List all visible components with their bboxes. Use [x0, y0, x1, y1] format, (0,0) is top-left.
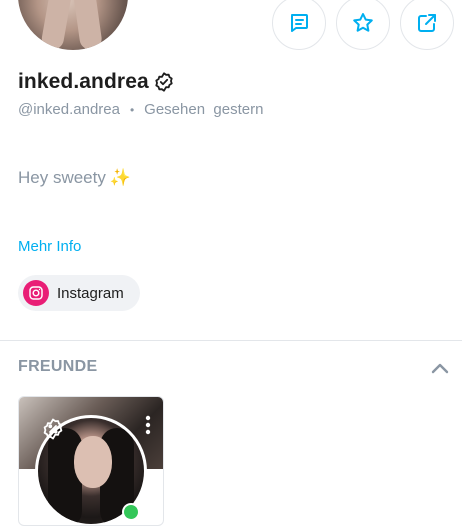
share-icon [418, 14, 436, 32]
online-status-dot [122, 503, 140, 521]
message-icon [291, 14, 308, 32]
friend-card[interactable] [18, 396, 164, 526]
instagram-icon [23, 280, 49, 306]
chevron-up-icon[interactable] [430, 360, 450, 376]
message-button[interactable] [272, 0, 326, 50]
bio-message: Hey sweety [18, 168, 106, 187]
last-seen: Gesehen gestern [144, 101, 264, 118]
section-divider [0, 340, 462, 341]
username-row: inked.andrea [18, 70, 175, 94]
star-icon [353, 13, 373, 32]
more-info-link[interactable]: Mehr Info [18, 238, 81, 255]
more-options-icon[interactable] [145, 415, 151, 435]
discount-badge-icon [43, 418, 63, 440]
instagram-label: Instagram [57, 284, 124, 302]
verified-icon [155, 72, 173, 92]
profile-avatar[interactable] [18, 0, 128, 50]
favorite-button[interactable] [336, 0, 390, 50]
share-button[interactable] [400, 0, 454, 50]
bio-text: Hey sweety ✨ [18, 168, 131, 188]
friends-section-title: FREUNDE [18, 358, 98, 375]
handle-row: @inked.andrea • Gesehen gestern [18, 101, 263, 118]
display-name: inked.andrea [18, 70, 149, 93]
separator-dot: • [129, 102, 135, 117]
sparkle-emoji: ✨ [109, 168, 132, 187]
user-handle: @inked.andrea [18, 101, 120, 118]
instagram-link[interactable]: Instagram [18, 275, 140, 311]
